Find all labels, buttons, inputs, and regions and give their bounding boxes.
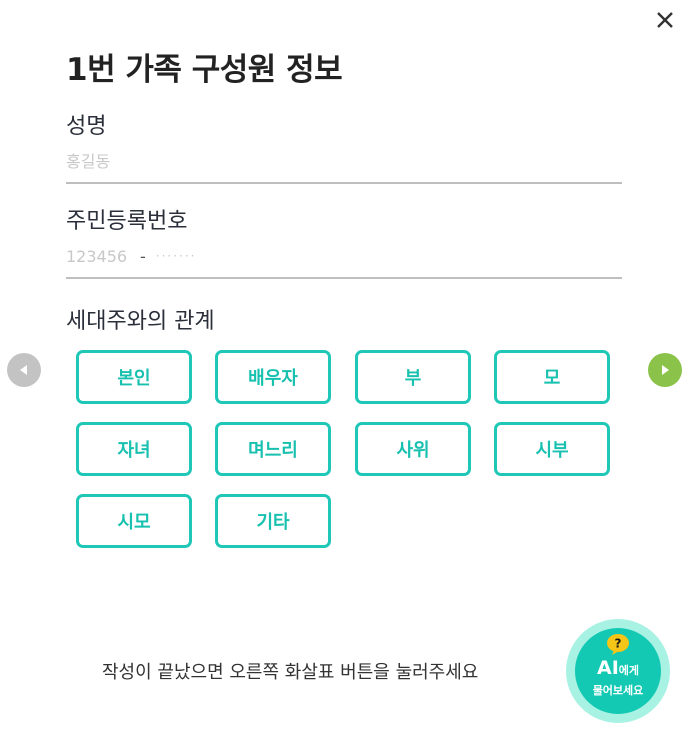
prev-button[interactable] (7, 353, 41, 387)
relation-option-child[interactable]: 자녀 (76, 422, 192, 476)
ai-button-line1: AI에게 (575, 658, 661, 681)
name-label: 성명 (66, 114, 107, 139)
resident-id-front-input[interactable] (66, 246, 132, 266)
ai-label-small: 에게 (618, 664, 640, 677)
footer-hint: 작성이 끝났으면 오른쪽 화살표 버튼을 눌러주세요 (102, 662, 479, 683)
relation-label: 세대주와의 관계 (66, 309, 215, 334)
resident-id-underline (66, 277, 622, 279)
relation-option-self[interactable]: 본인 (76, 350, 192, 404)
relation-option-mother[interactable]: 모 (494, 350, 610, 404)
relation-option-daughter-in-law[interactable]: 며느리 (215, 422, 331, 476)
ai-label-big: AI (596, 657, 619, 679)
relation-option-son-in-law[interactable]: 사위 (355, 422, 471, 476)
name-underline (66, 182, 622, 184)
relation-option-mother-in-law[interactable]: 시모 (76, 494, 192, 548)
resident-id-label: 주민등록번호 (66, 209, 188, 234)
arrow-left-icon (20, 365, 27, 375)
resident-id-back-input[interactable] (155, 249, 356, 263)
close-icon (657, 12, 673, 28)
resident-id-separator: - (140, 246, 146, 266)
question-mark: ? (615, 637, 622, 651)
close-button[interactable] (650, 8, 680, 32)
arrow-right-icon (662, 365, 669, 375)
name-input[interactable] (66, 144, 622, 178)
relation-option-other[interactable]: 기타 (215, 494, 331, 548)
resident-id-row: - (66, 240, 622, 272)
relation-option-spouse[interactable]: 배우자 (215, 350, 331, 404)
next-button[interactable] (648, 353, 682, 387)
question-bubble-icon: ? (607, 634, 629, 655)
page-title: 1번 가족 구성원 정보 (66, 52, 343, 88)
relation-option-father[interactable]: 부 (355, 350, 471, 404)
ai-button-line2: 물어보세요 (592, 684, 644, 697)
relation-option-father-in-law[interactable]: 시부 (494, 422, 610, 476)
